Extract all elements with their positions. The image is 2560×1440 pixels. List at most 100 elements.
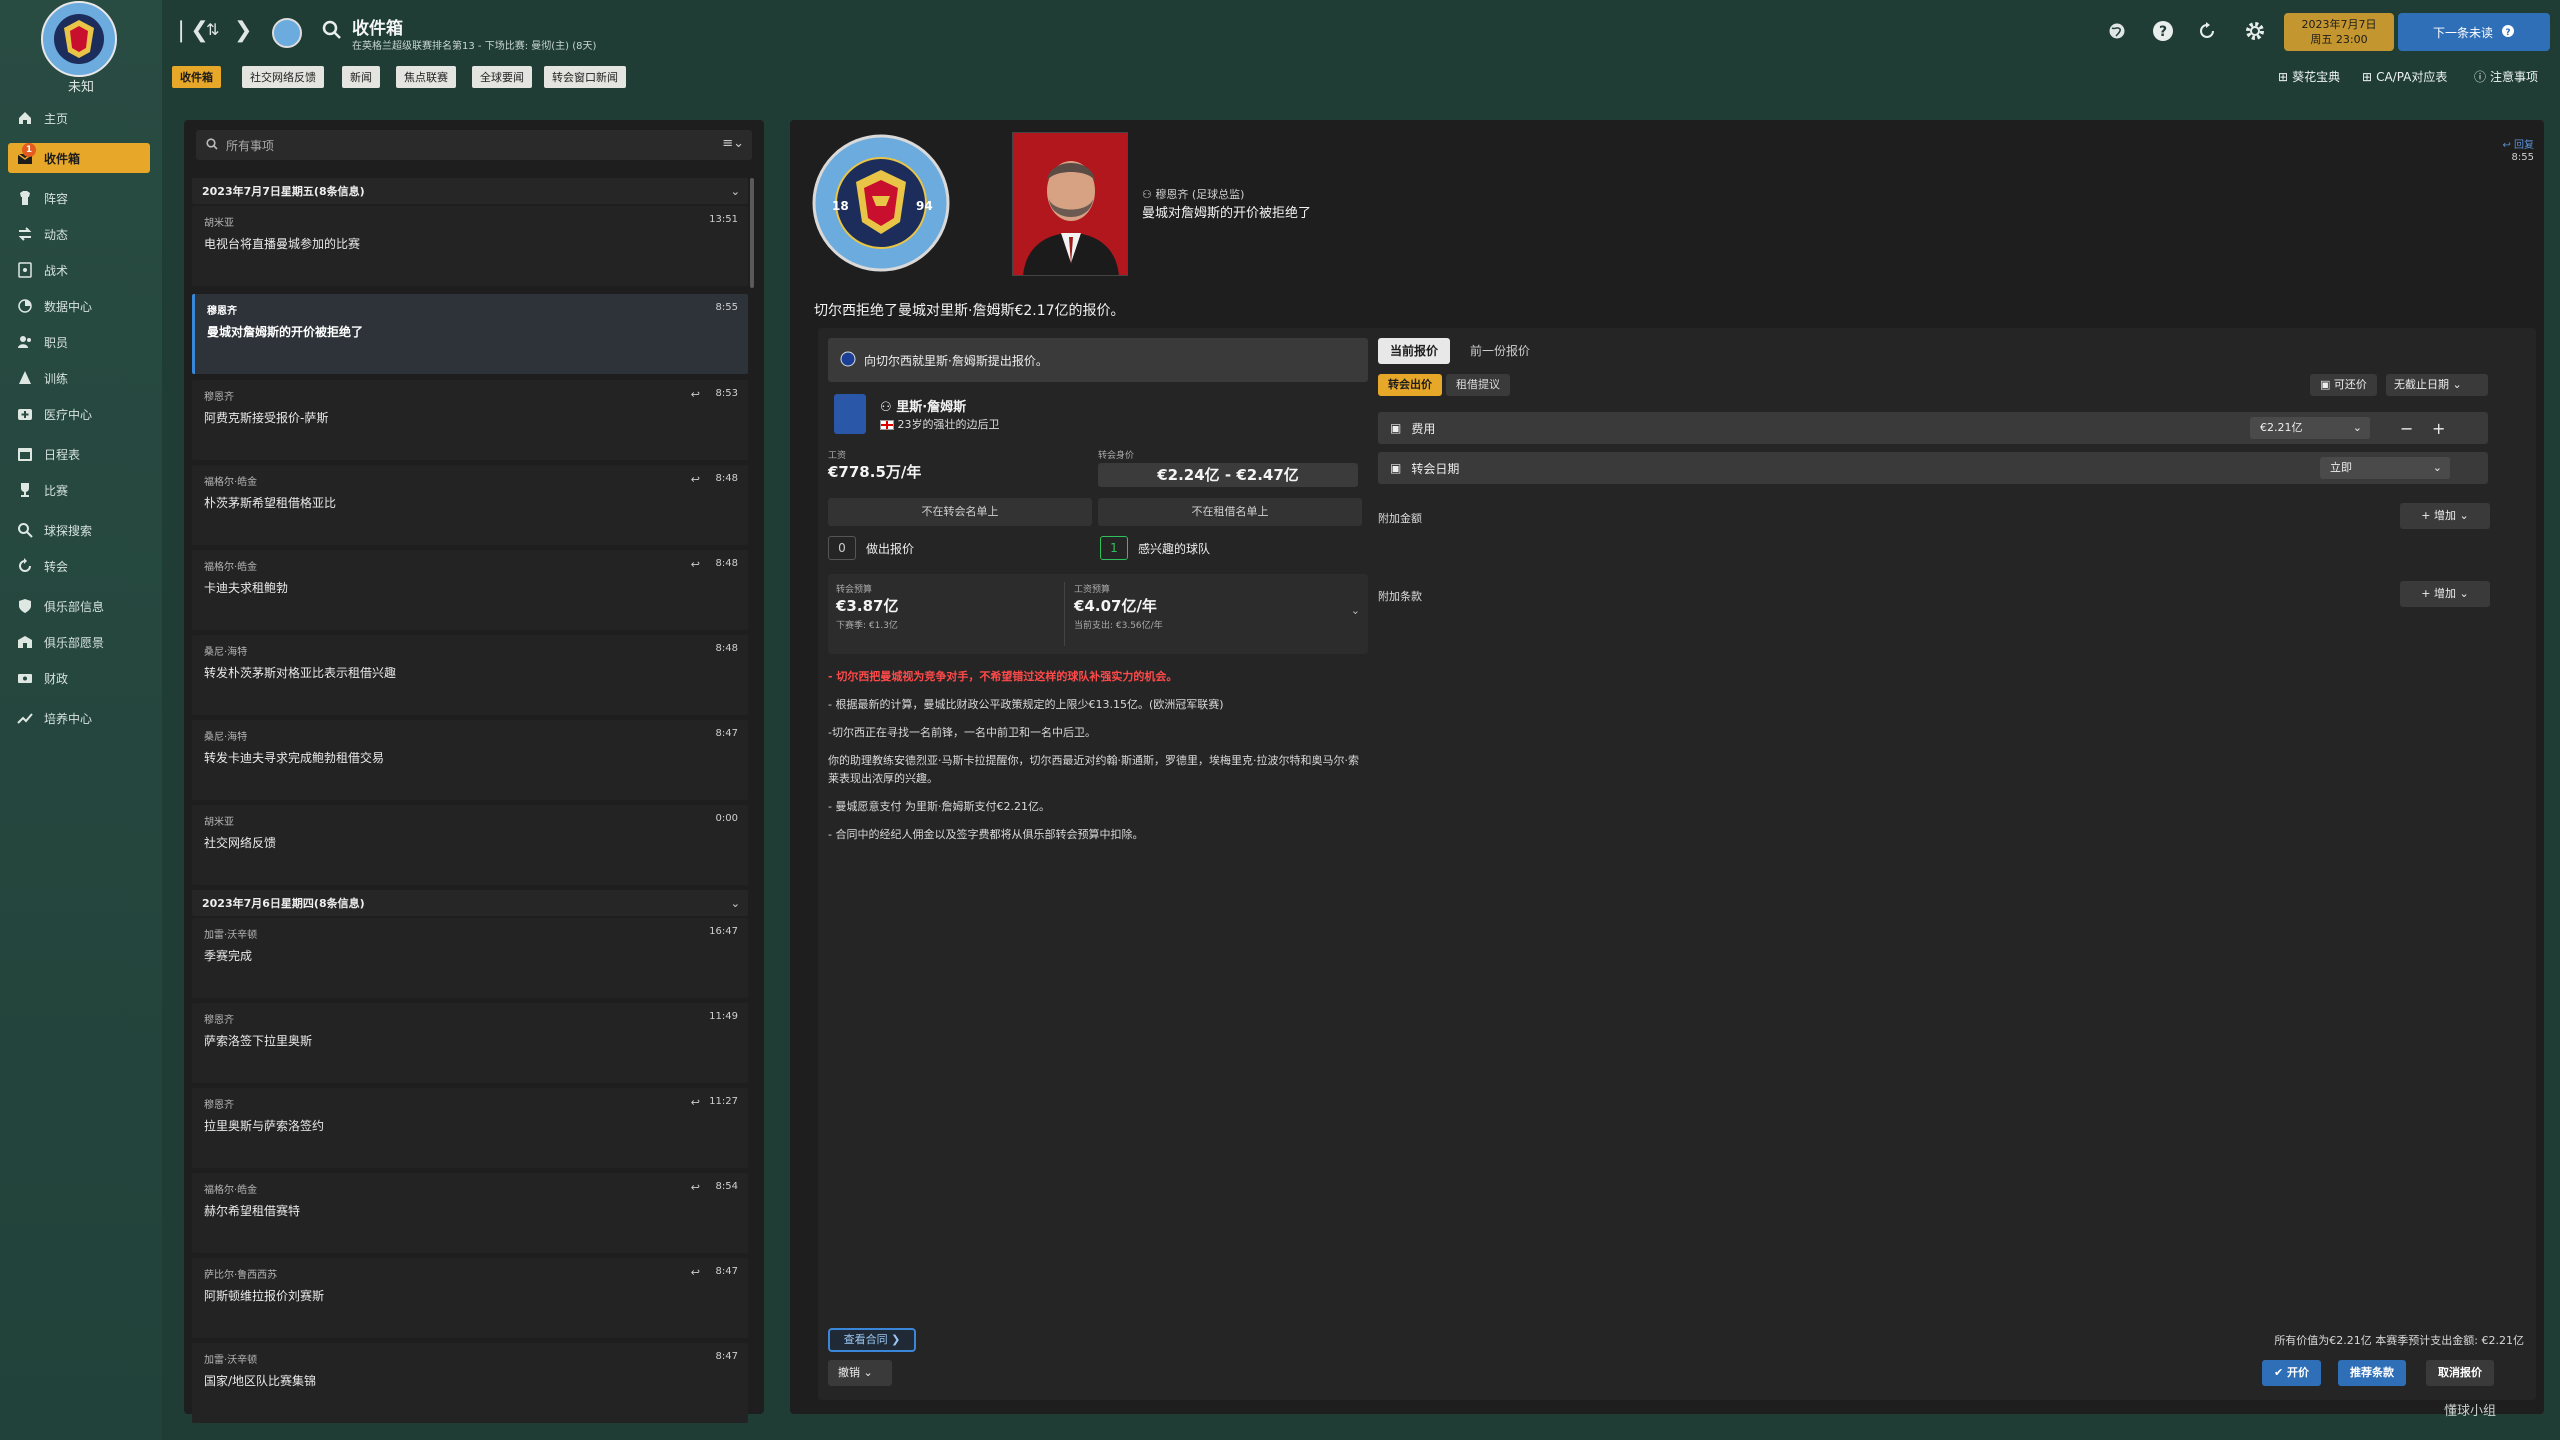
message-item[interactable]: 胡米亚 电视台将直播曼城参加的比赛 13:51 <box>192 206 748 286</box>
message-item[interactable]: 福格尔·皓金 朴茨茅斯希望租借格亚比 ↩ 8:48 <box>192 465 748 545</box>
tab-current-offer[interactable]: 当前报价 <box>1378 338 1451 364</box>
scrollbar[interactable] <box>750 178 754 288</box>
search-input[interactable]: 所有事项 ≡⌄ <box>196 130 752 160</box>
message-item[interactable]: 桑尼·海特 转发朴茨茅斯对格亚比表示租借兴趣 8:48 <box>192 635 748 715</box>
dynamics-icon <box>16 225 34 243</box>
sidebar-item-club-vision[interactable]: 俱乐部愿景 <box>8 627 150 657</box>
cancel-offer-button[interactable]: 取消报价 <box>2426 1360 2494 1386</box>
tab-transfer-bid[interactable]: 转会出价 <box>1378 374 1442 396</box>
fee-input[interactable]: €2.21亿 ⌄ <box>2250 417 2370 439</box>
player-name[interactable]: ⚇ 里斯·詹姆斯 <box>880 396 966 415</box>
message-item[interactable]: 桑尼·海特 转发卡迪夫寻求完成鲍勃租借交易 8:47 <box>192 720 748 800</box>
tab-focus-league[interactable]: 焦点联赛 <box>396 66 456 88</box>
message-subject: 朴茨茅斯希望租借格亚比 <box>204 496 337 510</box>
message-item[interactable]: 胡米亚 社交网络反馈 0:00 <box>192 805 748 885</box>
offers-made[interactable]: 0 做出报价 <box>828 536 914 560</box>
interested-count: 1 <box>1100 536 1128 560</box>
link-guide[interactable]: ⊞ 葵花宝典 <box>2278 68 2340 85</box>
suggest-terms-button[interactable]: 推荐条款 <box>2338 1360 2406 1386</box>
sidebar-item-transfers[interactable]: 转会 <box>8 551 150 581</box>
sidebar-item-medical[interactable]: 医疗中心 <box>8 399 150 429</box>
sidebar-item-squad[interactable]: 阵容 <box>8 183 150 213</box>
tab-world-news[interactable]: 全球要闻 <box>472 66 532 88</box>
message-item[interactable]: 穆恩齐 萨索洛签下拉里奥斯 11:49 <box>192 1003 748 1083</box>
replied-icon: ↩ <box>690 1181 700 1194</box>
sidebar-item-label: 职员 <box>44 335 69 350</box>
reply-link[interactable]: ↩ 回复 <box>2502 136 2534 151</box>
interested-clubs[interactable]: 1 感兴趣的球队 <box>1100 536 1210 560</box>
search-icon[interactable] <box>322 20 342 43</box>
negotiable-toggle[interactable]: ▣ 可还价 <box>2310 374 2377 396</box>
tab-loan-offer[interactable]: 租借提议 <box>1446 374 1510 396</box>
transfer-budget: 转会预算 €3.87亿 下赛季: €1.3亿 <box>836 582 898 631</box>
staff-icon <box>16 333 34 351</box>
message-item[interactable]: 穆恩齐 阿费克斯接受报价-萨斯 ↩ 8:53 <box>192 380 748 460</box>
decrease-icon[interactable]: − <box>2400 419 2413 438</box>
forward-icon[interactable]: ❯ <box>234 18 252 43</box>
page-title: 收件箱 <box>352 19 403 39</box>
add-fee-button[interactable]: + 增加 ⌄ <box>2400 503 2490 529</box>
expiry-dropdown[interactable]: 无截止日期 ⌄ <box>2386 374 2488 396</box>
message-item[interactable]: 加雷·沃辛顿 季赛完成 16:47 <box>192 918 748 998</box>
increase-icon[interactable]: + <box>2432 419 2445 438</box>
message-sender: 胡米亚 <box>204 218 234 229</box>
crest-year-right: 94 <box>916 199 933 213</box>
message-subject: 萨索洛签下拉里奥斯 <box>204 1034 313 1048</box>
chevron-down-icon: ⌄ <box>730 184 740 198</box>
view-contract-button[interactable]: 查看合同 ❯ <box>828 1328 916 1352</box>
tab-inbox[interactable]: 收件箱 <box>172 66 221 88</box>
make-offer-button[interactable]: ✔ 开价 <box>2262 1360 2322 1386</box>
tab-news[interactable]: 新闻 <box>342 66 380 88</box>
help-icon[interactable]: ? <box>2152 20 2174 42</box>
sidebar-item-finances[interactable]: 财政 <box>8 663 150 693</box>
message-sender: 胡米亚 <box>204 817 234 828</box>
sidebar-item-development[interactable]: 培养中心 <box>8 703 150 733</box>
sidebar-item-home[interactable]: 主页 <box>8 103 150 133</box>
tab-previous-offer[interactable]: 前一份报价 <box>1458 338 1542 364</box>
day-header[interactable]: 2023年7月6日星期四(8条信息) ⌄ <box>192 890 748 916</box>
settings-gear-icon[interactable] <box>2244 20 2266 42</box>
chevron-down-icon: ⌄ <box>2452 378 2462 391</box>
continue-button[interactable]: 下一条未读 ? <box>2398 13 2550 51</box>
sidebar-item-schedule[interactable]: 日程表 <box>8 439 150 469</box>
message-item[interactable]: 加雷·沃辛顿 国家/地区队比赛集锦 8:47 <box>192 1343 748 1423</box>
sidebar-item-staff[interactable]: 职员 <box>8 327 150 357</box>
sidebar-item-scouting[interactable]: 球探搜索 <box>8 515 150 545</box>
message-item[interactable]: 福格尔·皓金 卡迪夫求租鲍勃 ↩ 8:48 <box>192 550 748 630</box>
sidebar-item-training[interactable]: 训练 <box>8 363 150 393</box>
message-item[interactable]: 萨比尔·鲁西西苏 阿斯顿维拉报价刘赛斯 ↩ 8:47 <box>192 1258 748 1338</box>
game-date[interactable]: 2023年7月7日 周五 23:00 <box>2284 13 2394 51</box>
refresh-icon[interactable] <box>2196 20 2218 42</box>
sidebar-item-tactics[interactable]: 战术 <box>8 255 150 285</box>
message-item[interactable]: 福格尔·皓金 赫尔希望租借赛特 ↩ 8:54 <box>192 1173 748 1253</box>
sidebar-item-inbox[interactable]: 1 收件箱 <box>8 143 150 173</box>
back-to-start-icon[interactable]: ❘❮ <box>172 18 209 43</box>
filter-menu-icon[interactable]: ≡⌄ <box>722 136 744 151</box>
sidebar-item-competitions[interactable]: 比赛 <box>8 475 150 505</box>
player-row[interactable]: ⚇ 里斯·詹姆斯 23岁的强壮的边后卫 <box>828 390 1368 446</box>
history-icon[interactable]: ⇅ <box>206 20 219 39</box>
sidebar-item-dynamics[interactable]: 动态 <box>8 219 150 249</box>
sidebar-item-data-hub[interactable]: 数据中心 <box>8 291 150 321</box>
day-header[interactable]: 2023年7月7日星期五(8条信息) ⌄ <box>192 178 748 204</box>
message-subject: 曼城对詹姆斯的开价被拒绝了 <box>207 325 364 339</box>
tab-transfer-window-news[interactable]: 转会窗口新闻 <box>544 66 626 88</box>
not-transfer-listed: 不在转会名单上 <box>828 498 1092 526</box>
add-clause-button[interactable]: + 增加 ⌄ <box>2400 581 2490 607</box>
trophy-icon <box>16 481 34 499</box>
tab-social-feedback[interactable]: 社交网络反馈 <box>242 66 324 88</box>
message-item-selected[interactable]: 穆恩齐 曼城对詹姆斯的开价被拒绝了 8:55 <box>192 294 748 374</box>
club-badge[interactable] <box>40 0 118 78</box>
note-assistant: 你的助理教练安德烈亚·马斯卡拉提醒你，切尔西最近对约翰·斯通斯，罗德里，埃梅里克… <box>828 754 1359 785</box>
withdraw-dropdown[interactable]: 撤销 ⌄ <box>828 1360 892 1386</box>
link-ca-pa-table[interactable]: ⊞ CA/PA对应表 <box>2362 68 2447 85</box>
sidebar-item-club-info[interactable]: 俱乐部信息 <box>8 591 150 621</box>
budget-box[interactable]: 转会预算 €3.87亿 下赛季: €1.3亿 工资预算 €4.07亿/年 当前支… <box>828 574 1368 654</box>
lock-icon: ▣ <box>1390 461 1402 475</box>
chevron-down-icon[interactable]: ⌄ <box>1351 604 1360 617</box>
club-badge-small[interactable] <box>272 18 302 48</box>
globe-icon[interactable] <box>2106 20 2128 42</box>
transfer-date-dropdown[interactable]: 立即 ⌄ <box>2320 457 2450 479</box>
message-item[interactable]: 穆恩齐 拉里奥斯与萨索洛签约 ↩ 11:27 <box>192 1088 748 1168</box>
link-notes[interactable]: ⓘ 注意事项 <box>2474 68 2538 85</box>
